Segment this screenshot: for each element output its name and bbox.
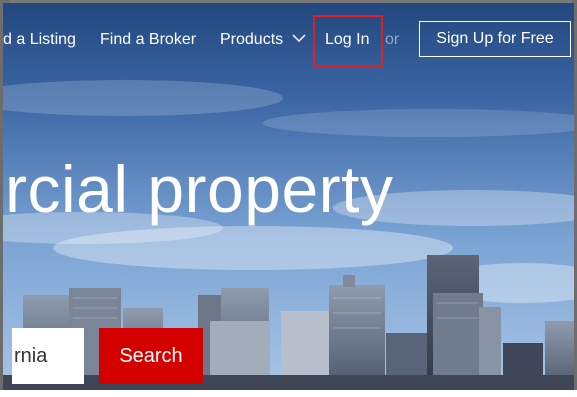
window-frame-bottom — [0, 390, 577, 397]
search-button-label: Search — [119, 344, 183, 367]
login-highlight-outline — [313, 15, 383, 67]
nav-or-text: or — [385, 31, 400, 48]
search-button[interactable]: Search — [99, 328, 203, 384]
search-input-value: rnia — [14, 344, 48, 367]
hero-viewport: d a Listing Find a Broker Products Log I… — [3, 3, 574, 394]
hero-headline: rcial property — [5, 152, 394, 226]
nav-add-listing-link[interactable]: d a Listing — [3, 31, 76, 49]
location-search-input[interactable]: rnia — [12, 328, 84, 384]
sign-up-button[interactable]: Sign Up for Free — [419, 21, 571, 57]
chevron-down-icon — [292, 34, 306, 43]
nav-find-broker-link[interactable]: Find a Broker — [100, 31, 196, 49]
nav-products-menu[interactable]: Products — [220, 31, 306, 49]
sign-up-label: Sign Up for Free — [436, 30, 554, 47]
nav-products-label: Products — [220, 31, 284, 48]
